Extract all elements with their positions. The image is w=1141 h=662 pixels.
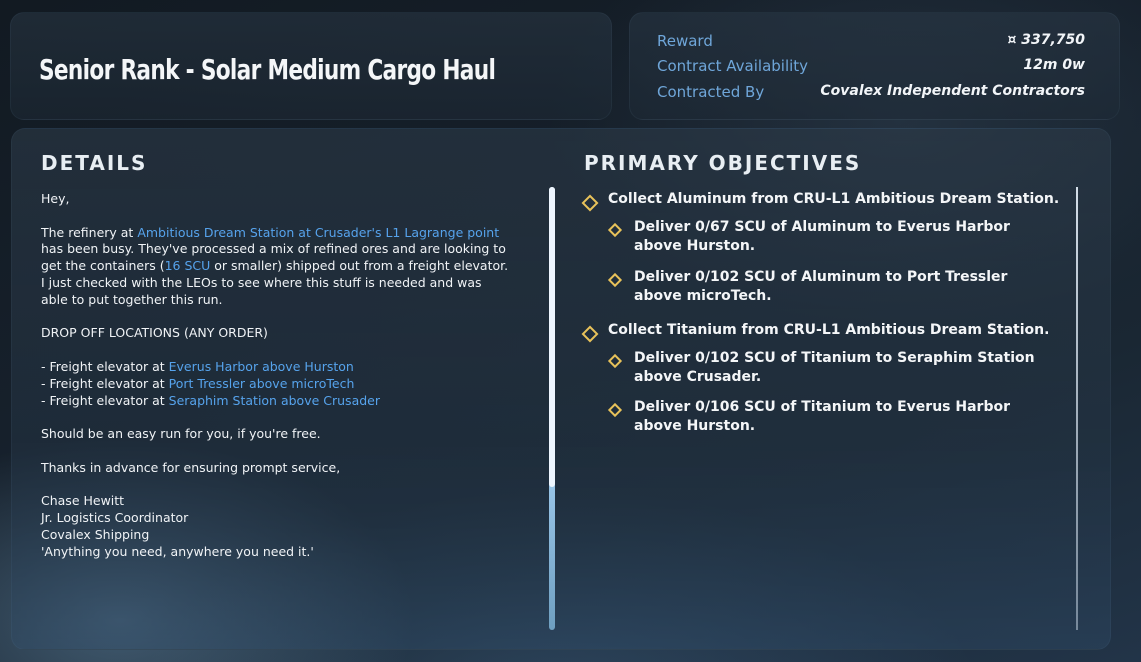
- availability-label: Contract Availability: [657, 57, 809, 75]
- subobjective-diamond-icon: [607, 272, 623, 288]
- signature: Chase Hewitt Jr. Logistics Coordinator C…: [41, 493, 511, 560]
- drop-location-2[interactable]: Port Tressler above microTech: [169, 376, 355, 391]
- objective-text: Collect Titanium from CRU-L1 Ambitious D…: [608, 322, 1050, 338]
- signature-company: Covalex Shipping: [41, 526, 150, 542]
- details-scrollbar[interactable]: [549, 187, 555, 630]
- objective-diamond-icon: [581, 325, 599, 343]
- contract-main-panel: DETAILS Hey, The refinery at Ambitious D…: [11, 128, 1111, 650]
- thanks-text: Thanks in advance for ensuring prompt se…: [41, 459, 341, 475]
- details-scrollbar-thumb[interactable]: [549, 187, 555, 487]
- signature-name: Chase Hewitt: [41, 493, 125, 509]
- objective-text: Deliver 0/106 SCU of Titanium to Everus …: [634, 399, 1010, 434]
- contract-title-panel: Senior Rank - Solar Medium Cargo Haul: [10, 12, 612, 120]
- contracted-by-label: Contracted By: [657, 83, 765, 101]
- objective-text: Deliver 0/102 SCU of Aluminum to Port Tr…: [634, 269, 1008, 304]
- objectives-scrollbar[interactable]: [1076, 187, 1078, 630]
- availability-row: Contract Availability 12m 0w: [630, 57, 1119, 79]
- objective-collect-aluminum: Collect Aluminum from CRU-L1 Ambitious D…: [580, 191, 1070, 212]
- easy-run-text: Should be an easy run for you, if you're…: [41, 426, 321, 442]
- objectives-heading: PRIMARY OBJECTIVES: [584, 151, 862, 175]
- details-heading: DETAILS: [41, 151, 148, 175]
- drop-prefix: - Freight elevator at: [41, 392, 169, 408]
- objective-text: Collect Aluminum from CRU-L1 Ambitious D…: [608, 191, 1060, 207]
- objective-deliver-titanium-everus: Deliver 0/106 SCU of Titanium to Everus …: [580, 398, 1070, 438]
- details-paragraph: The refinery at Ambitious Dream Station …: [41, 225, 511, 309]
- signature-motto: 'Anything you need, anywhere you need it…: [41, 543, 314, 559]
- details-text: Hey, The refinery at Ambitious Dream Sta…: [41, 191, 511, 561]
- objective-text: Deliver 0/102 SCU of Titanium to Seraphi…: [634, 350, 1035, 385]
- drop-location-3[interactable]: Seraphim Station above Crusader: [169, 393, 380, 408]
- reward-value: ¤ 337,750: [1007, 32, 1085, 48]
- subobjective-diamond-icon: [607, 353, 623, 369]
- objective-diamond-icon: [581, 194, 599, 212]
- refinery-link[interactable]: Ambitious Dream Station at Crusader's L1…: [137, 225, 499, 240]
- objective-deliver-titanium-seraphim: Deliver 0/102 SCU of Titanium to Seraphi…: [580, 349, 1070, 389]
- subobjective-diamond-icon: [607, 222, 623, 238]
- scu-link[interactable]: 16 SCU: [165, 258, 211, 273]
- availability-value: 12m 0w: [1023, 57, 1085, 73]
- objective-collect-titanium: Collect Titanium from CRU-L1 Ambitious D…: [580, 322, 1070, 343]
- contracted-by-value: Covalex Independent Contractors: [820, 83, 1085, 99]
- subobjective-diamond-icon: [607, 402, 623, 418]
- reward-row: Reward ¤ 337,750: [630, 32, 1119, 54]
- objective-deliver-aluminum-tressler: Deliver 0/102 SCU of Aluminum to Port Tr…: [580, 268, 1070, 308]
- p1-text-a: The refinery at: [41, 224, 138, 240]
- contracted-by-row: Contracted By Covalex Independent Contra…: [630, 83, 1119, 105]
- drop-prefix: - Freight elevator at: [41, 375, 169, 391]
- signature-title: Jr. Logistics Coordinator: [41, 510, 189, 526]
- contract-meta-panel: Reward ¤ 337,750 Contract Availability 1…: [629, 12, 1120, 120]
- reward-label: Reward: [657, 32, 713, 50]
- drop-location-1[interactable]: Everus Harbor above Hurston: [169, 359, 354, 374]
- drop-prefix: - Freight elevator at: [41, 358, 169, 374]
- greeting: Hey,: [41, 191, 70, 206]
- objective-deliver-aluminum-everus: Deliver 0/67 SCU of Aluminum to Everus H…: [580, 218, 1070, 258]
- dropoff-heading: DROP OFF LOCATIONS (ANY ORDER): [41, 325, 268, 341]
- objective-text: Deliver 0/67 SCU of Aluminum to Everus H…: [634, 219, 1010, 254]
- dropoff-list: - Freight elevator at Everus Harbor abov…: [41, 359, 511, 409]
- contract-title: Senior Rank - Solar Medium Cargo Haul: [39, 53, 496, 86]
